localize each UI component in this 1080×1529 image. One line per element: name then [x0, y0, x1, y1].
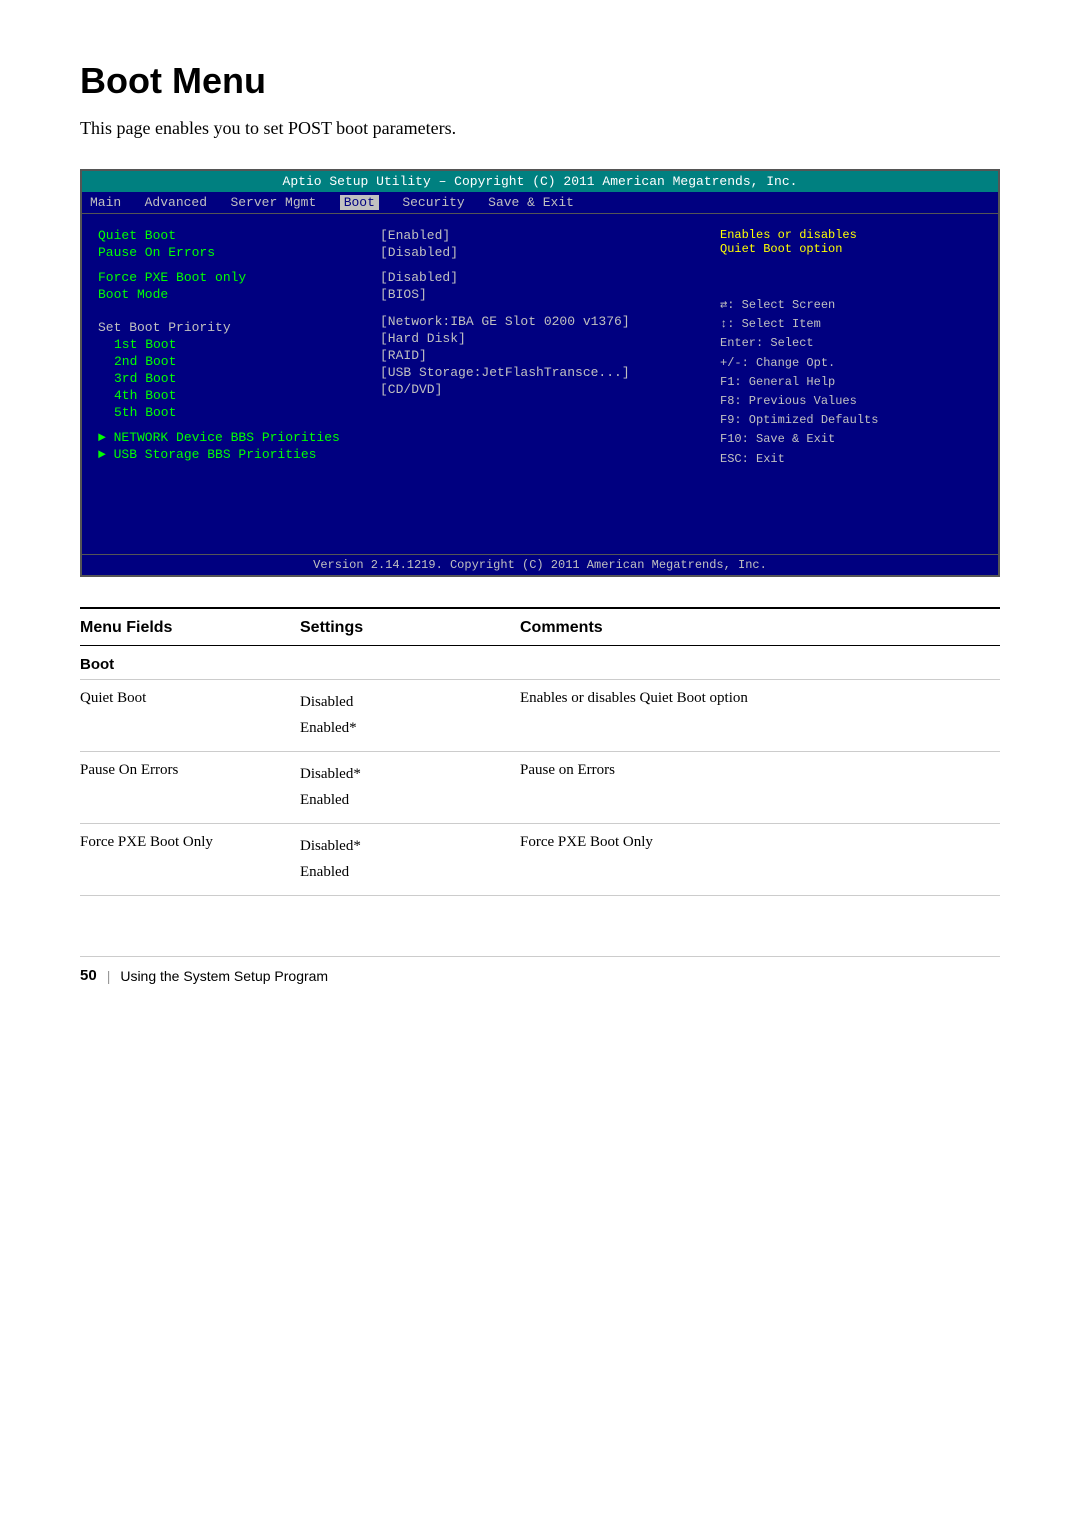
setting-disabled: Disabled	[300, 690, 520, 716]
bios-val-4th-boot: [USB Storage:JetFlashTransce...]	[380, 365, 704, 380]
footer-text: Using the System Setup Program	[120, 968, 328, 984]
menu-item-save: Save & Exit	[488, 195, 574, 210]
table-row-force-pxe: Force PXE Boot Only Disabled Enabled For…	[80, 824, 1000, 896]
bios-screen: Aptio Setup Utility – Copyright (C) 2011…	[80, 169, 1000, 577]
bios-val-boot-mode: [BIOS]	[380, 287, 704, 302]
field-pause-on-errors: Pause On Errors	[80, 760, 300, 781]
footer-separator: |	[107, 968, 111, 984]
bios-right-column: Enables or disablesQuiet Boot option ⇄: …	[712, 224, 998, 544]
bios-item-pause-on-errors: Pause On Errors	[98, 245, 356, 260]
bios-val-force-pxe: [Disabled]	[380, 270, 704, 285]
bios-key-help: ⇄: Select Screen ↕: Select Item Enter: S…	[720, 296, 990, 469]
table-row-quiet-boot: Quiet Boot Disabled Enabled Enables or d…	[80, 680, 1000, 752]
bios-val-5th-boot: [CD/DVD]	[380, 382, 704, 397]
bios-val-3rd-boot: [RAID]	[380, 348, 704, 363]
comment-force-pxe: Force PXE Boot Only	[520, 832, 1000, 853]
page-subtitle: This page enables you to set POST boot p…	[80, 118, 1000, 139]
settings-quiet-boot: Disabled Enabled	[300, 688, 520, 743]
bios-help-text: Enables or disablesQuiet Boot option	[720, 228, 990, 256]
bios-item-2nd-boot: 2nd Boot	[98, 354, 356, 369]
bios-item-4th-boot: 4th Boot	[98, 388, 356, 403]
table-section-boot: Boot	[80, 646, 1000, 680]
bios-body: Quiet Boot Pause On Errors Force PXE Boo…	[82, 214, 998, 554]
bios-val-pause-on-errors: [Disabled]	[380, 245, 704, 260]
menu-item-boot: Boot	[340, 195, 379, 210]
col-header-comments: Comments	[520, 619, 1000, 637]
bios-left-column: Quiet Boot Pause On Errors Force PXE Boo…	[82, 224, 372, 544]
bios-val-quiet-boot: [Enabled]	[380, 228, 704, 243]
setting-disabled-starred: Disabled	[300, 762, 520, 788]
bios-item-usb-bbs: ► USB Storage BBS Priorities	[98, 447, 356, 462]
bios-item-set-boot-priority: Set Boot Priority	[98, 320, 356, 335]
bios-item-force-pxe: Force PXE Boot only	[98, 270, 356, 285]
bios-footer: Version 2.14.1219. Copyright (C) 2011 Am…	[82, 554, 998, 575]
page-number: 50	[80, 967, 97, 984]
page-footer: 50 | Using the System Setup Program	[80, 956, 1000, 984]
col-header-settings: Settings	[300, 619, 520, 637]
comment-pause-on-errors: Pause on Errors	[520, 760, 1000, 781]
bios-title-bar: Aptio Setup Utility – Copyright (C) 2011…	[82, 171, 998, 192]
bios-middle-column: [Enabled] [Disabled] [Disabled] [BIOS] […	[372, 224, 712, 544]
comment-quiet-boot: Enables or disables Quiet Boot option	[520, 688, 1000, 709]
menu-item-advanced: Advanced	[145, 195, 207, 210]
field-quiet-boot: Quiet Boot	[80, 688, 300, 709]
col-header-menu-fields: Menu Fields	[80, 619, 300, 637]
setting-disabled-starred-2: Disabled	[300, 834, 520, 860]
setting-enabled-2: Enabled	[300, 860, 520, 886]
menu-item-security: Security	[402, 195, 464, 210]
bios-item-quiet-boot: Quiet Boot	[98, 228, 356, 243]
bios-item-5th-boot: 5th Boot	[98, 405, 356, 420]
setting-enabled-starred: Enabled	[300, 716, 520, 742]
table-row-pause-on-errors: Pause On Errors Disabled Enabled Pause o…	[80, 752, 1000, 824]
bios-item-boot-mode: Boot Mode	[98, 287, 356, 302]
bios-item-network-bbs: ► NETWORK Device BBS Priorities	[98, 430, 356, 445]
setting-enabled: Enabled	[300, 788, 520, 814]
menu-fields-table: Menu Fields Settings Comments Boot Quiet…	[80, 607, 1000, 896]
bios-val-2nd-boot: [Hard Disk]	[380, 331, 704, 346]
bios-val-1st-boot: [Network:IBA GE Slot 0200 v1376]	[380, 314, 704, 329]
bios-item-3rd-boot: 3rd Boot	[98, 371, 356, 386]
menu-item-main: Main	[90, 195, 121, 210]
settings-pause-on-errors: Disabled Enabled	[300, 760, 520, 815]
page-title: Boot Menu	[80, 60, 1000, 102]
bios-menu-bar: Main Advanced Server Mgmt Boot Security …	[82, 192, 998, 214]
settings-force-pxe: Disabled Enabled	[300, 832, 520, 887]
table-header-row: Menu Fields Settings Comments	[80, 609, 1000, 646]
field-force-pxe: Force PXE Boot Only	[80, 832, 300, 853]
menu-item-server: Server Mgmt	[230, 195, 316, 210]
bios-item-1st-boot: 1st Boot	[98, 337, 356, 352]
